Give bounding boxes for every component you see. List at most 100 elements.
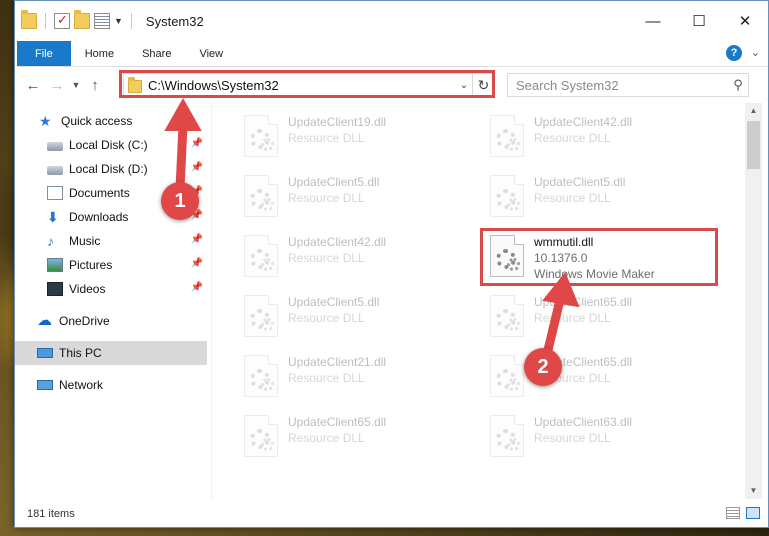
tab-home[interactable]: Home bbox=[71, 41, 128, 66]
address-bar-highlight bbox=[119, 70, 495, 98]
tab-share[interactable]: Share bbox=[128, 41, 185, 66]
dll-file-icon bbox=[490, 355, 524, 397]
file-name: UpdateClient5.dll bbox=[534, 175, 626, 189]
file-list: UpdateClient19.dll Resource DLL UpdateCl… bbox=[211, 103, 745, 499]
up-arrow-icon[interactable]: ↑ bbox=[83, 77, 107, 94]
pin-icon[interactable]: 📌 bbox=[191, 162, 203, 173]
chevron-down-icon[interactable]: ▼ bbox=[114, 16, 123, 26]
pin-icon[interactable]: 📌 bbox=[191, 282, 203, 293]
scroll-down-icon[interactable]: ▼ bbox=[745, 483, 762, 499]
dll-file-icon bbox=[244, 355, 278, 397]
sidebar-item-onedrive[interactable]: ☁ OneDrive bbox=[15, 309, 207, 333]
sidebar-item-label: This PC bbox=[59, 346, 102, 360]
chevron-down-icon[interactable]: ⌄ bbox=[751, 46, 760, 59]
star-icon: ★ bbox=[39, 113, 52, 129]
file-highlight bbox=[480, 228, 718, 286]
new-folder-icon[interactable] bbox=[74, 10, 90, 29]
tab-file[interactable]: File bbox=[17, 41, 71, 66]
file-type: Resource DLL bbox=[534, 431, 611, 445]
scrollbar-thumb[interactable] bbox=[747, 121, 760, 169]
file-name: UpdateClient63.dll bbox=[534, 415, 633, 429]
help-icon[interactable]: ? bbox=[726, 45, 742, 61]
status-bar: 181 items bbox=[15, 501, 768, 527]
search-input[interactable]: Search System32 bbox=[516, 78, 728, 93]
ribbon-tabs: File Home Share View ⌄ ? bbox=[15, 41, 768, 67]
file-item[interactable]: UpdateClient5.dll Resource DLL bbox=[238, 289, 478, 347]
file-type: Resource DLL bbox=[288, 371, 365, 385]
file-name: UpdateClient65.dll bbox=[534, 295, 633, 309]
file-item[interactable]: UpdateClient42.dll Resource DLL bbox=[238, 229, 478, 287]
documents-icon bbox=[47, 186, 63, 200]
videos-icon bbox=[47, 282, 63, 296]
maximize-button[interactable]: ☐ bbox=[676, 1, 722, 41]
details-view-icon[interactable] bbox=[726, 507, 740, 519]
file-item[interactable]: UpdateClient63.dll Resource DLL bbox=[484, 409, 724, 467]
quick-access-toolbar: ▼ bbox=[21, 10, 136, 29]
file-type: Resource DLL bbox=[534, 131, 611, 145]
pin-icon[interactable]: 📌 bbox=[191, 234, 203, 245]
file-item[interactable]: UpdateClient5.dll Resource DLL bbox=[484, 169, 724, 227]
back-arrow-icon[interactable]: ← bbox=[21, 77, 45, 94]
sidebar-item-quick-access[interactable]: ★ Quick access bbox=[15, 109, 207, 133]
recent-locations-chevron-icon[interactable]: ▼ bbox=[69, 80, 83, 90]
file-item[interactable]: UpdateClient65.dll Resource DLL bbox=[484, 289, 724, 347]
file-name: UpdateClient42.dll bbox=[534, 115, 633, 129]
sidebar-item-label: Documents bbox=[69, 186, 130, 200]
file-type: Resource DLL bbox=[288, 131, 365, 145]
sidebar-item-local-disk-c[interactable]: Local Disk (C:) 📌 bbox=[15, 133, 207, 157]
properties-check-icon[interactable] bbox=[54, 12, 70, 29]
file-name: UpdateClient5.dll bbox=[288, 295, 380, 309]
forward-arrow-icon[interactable]: → bbox=[45, 77, 69, 94]
dll-file-icon bbox=[244, 235, 278, 277]
minimize-button[interactable]: — bbox=[630, 1, 676, 41]
callout-step-1: 1 bbox=[161, 182, 199, 220]
file-item[interactable]: UpdateClient21.dll Resource DLL bbox=[238, 349, 478, 407]
sidebar-item-network[interactable]: Network bbox=[15, 373, 207, 397]
tab-view[interactable]: View bbox=[185, 41, 237, 66]
sidebar-item-label: Music bbox=[69, 234, 101, 248]
file-name: UpdateClient5.dll bbox=[288, 175, 380, 189]
file-name: UpdateClient21.dll bbox=[288, 355, 387, 369]
sidebar-item-videos[interactable]: Videos 📌 bbox=[15, 277, 207, 301]
sidebar-item-local-disk-d[interactable]: Local Disk (D:) 📌 bbox=[15, 157, 207, 181]
sidebar-item-pictures[interactable]: Pictures 📌 bbox=[15, 253, 207, 277]
pin-icon[interactable]: 📌 bbox=[191, 138, 203, 149]
file-name: UpdateClient42.dll bbox=[288, 235, 387, 249]
tiles-view-icon[interactable] bbox=[746, 507, 760, 519]
file-type: Resource DLL bbox=[288, 311, 365, 325]
pin-icon[interactable]: 📌 bbox=[191, 258, 203, 269]
dll-file-icon bbox=[244, 415, 278, 457]
dll-file-icon bbox=[490, 175, 524, 217]
file-type: Resource DLL bbox=[288, 251, 365, 265]
folder-icon bbox=[21, 10, 37, 29]
dll-file-icon bbox=[244, 115, 278, 157]
sidebar-item-music[interactable]: ♪ Music 📌 bbox=[15, 229, 207, 253]
music-icon: ♪ bbox=[47, 233, 54, 249]
dll-file-icon bbox=[244, 295, 278, 337]
drive-icon bbox=[47, 166, 63, 175]
file-item[interactable]: UpdateClient65.dll Resource DLL bbox=[238, 409, 478, 467]
sidebar-item-label: Local Disk (D:) bbox=[69, 162, 148, 176]
search-icon[interactable]: ⚲ bbox=[728, 77, 748, 93]
file-item[interactable]: UpdateClient5.dll Resource DLL bbox=[238, 169, 478, 227]
properties-icon[interactable] bbox=[94, 13, 110, 29]
vertical-scrollbar[interactable]: ▲ ▼ bbox=[745, 103, 762, 499]
dll-file-icon bbox=[244, 175, 278, 217]
sidebar-item-label: Downloads bbox=[69, 210, 129, 224]
sidebar-item-label: Network bbox=[59, 378, 104, 392]
file-item[interactable]: UpdateClient42.dll Resource DLL bbox=[484, 109, 724, 167]
search-box[interactable]: Search System32 ⚲ bbox=[507, 73, 749, 97]
sidebar-item-label: Local Disk (C:) bbox=[69, 138, 148, 152]
downloads-icon: ⬇ bbox=[47, 209, 59, 225]
scroll-up-icon[interactable]: ▲ bbox=[745, 103, 762, 119]
file-item[interactable]: UpdateClient19.dll Resource DLL bbox=[238, 109, 478, 167]
file-type: Resource DLL bbox=[288, 431, 365, 445]
dll-file-icon bbox=[490, 415, 524, 457]
close-button[interactable]: ✕ bbox=[722, 1, 768, 41]
file-type: Resource DLL bbox=[534, 311, 611, 325]
sidebar-item-this-pc[interactable]: This PC bbox=[15, 341, 207, 365]
file-item[interactable]: UpdateClient65.dll Resource DLL bbox=[484, 349, 724, 407]
file-type: Resource DLL bbox=[288, 191, 365, 205]
pictures-icon bbox=[47, 258, 63, 272]
divider bbox=[45, 13, 46, 29]
